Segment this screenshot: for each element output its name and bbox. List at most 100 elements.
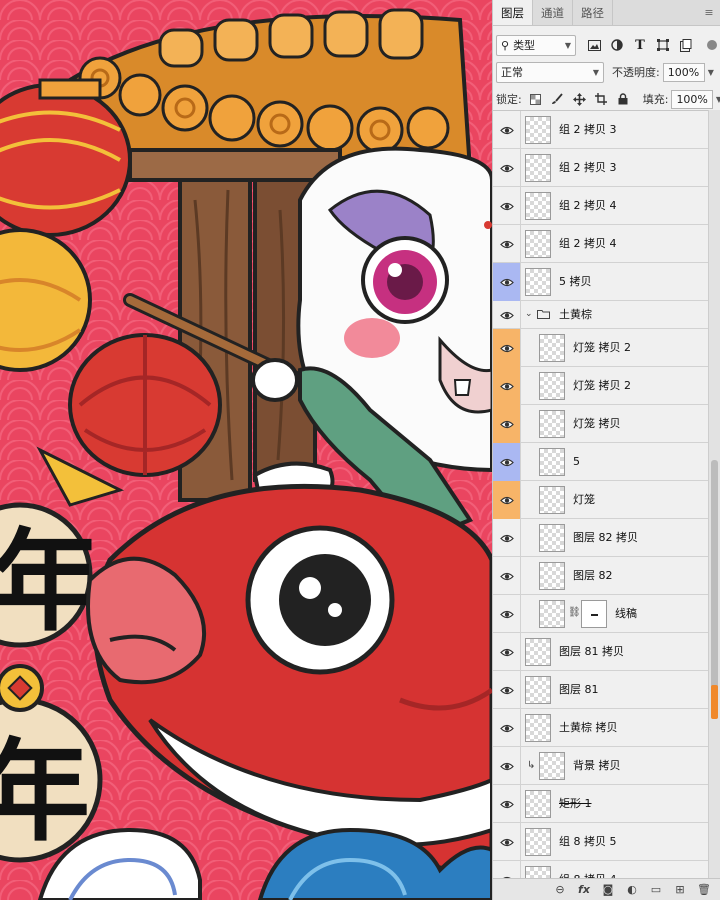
layer-thumbnail[interactable] [539, 524, 565, 552]
layer-row[interactable]: 灯笼 拷贝 [493, 405, 709, 443]
layer-row[interactable]: 5 拷贝 [493, 263, 709, 301]
lock-all-icon[interactable] [614, 90, 633, 108]
layer-thumbnail[interactable] [525, 268, 551, 296]
delete-layer-icon[interactable]: 🗑 [696, 882, 712, 898]
layer-group-row[interactable]: ⌄ 土黄棕 [493, 301, 709, 329]
link-layers-icon[interactable]: ⊖ [552, 882, 568, 898]
lock-brush-icon[interactable] [548, 90, 567, 108]
visibility-eye-icon[interactable] [493, 481, 521, 519]
layer-row[interactable]: 组 8 拷贝 4 [493, 861, 709, 878]
visibility-eye-icon[interactable] [493, 595, 521, 633]
layer-row[interactable]: 图层 81 [493, 671, 709, 709]
layer-row[interactable]: 组 2 拷贝 4 [493, 187, 709, 225]
image-filter-icon[interactable] [584, 35, 604, 55]
layer-row[interactable]: 图层 81 拷贝 [493, 633, 709, 671]
new-group-icon[interactable]: ▭ [648, 882, 664, 898]
opacity-dropdown-icon[interactable]: ▼ [708, 68, 714, 77]
type-filter-icon[interactable]: T [630, 35, 650, 55]
layer-thumbnail[interactable] [525, 192, 551, 220]
layer-thumbnail[interactable] [539, 334, 565, 362]
blend-row: 正常 ▼ 不透明度: 100% ▼ [496, 61, 717, 83]
visibility-eye-icon[interactable] [493, 823, 521, 861]
layer-row[interactable]: 组 2 拷贝 3 [493, 111, 709, 149]
lock-artboard-icon[interactable] [592, 90, 611, 108]
visibility-eye-icon[interactable] [493, 367, 521, 405]
filter-toggle[interactable] [707, 40, 717, 50]
visibility-eye-icon[interactable] [493, 557, 521, 595]
adjustment-layer-icon[interactable]: ◐ [624, 882, 640, 898]
layer-row[interactable]: 灯笼 [493, 481, 709, 519]
fill-dropdown-icon[interactable]: ▼ [716, 95, 720, 104]
layer-name: 组 8 拷贝 4 [559, 861, 617, 878]
layer-row[interactable]: ⛓ 线稿 [493, 595, 709, 633]
shape-filter-icon[interactable] [653, 35, 673, 55]
visibility-eye-icon[interactable] [493, 149, 521, 187]
layer-thumbnail[interactable] [525, 116, 551, 144]
new-layer-icon[interactable]: ⊞ [672, 882, 688, 898]
layer-row[interactable]: 组 2 拷贝 4 [493, 225, 709, 263]
adjustment-filter-icon[interactable] [607, 35, 627, 55]
layer-thumbnail[interactable] [539, 372, 565, 400]
layer-list-scrollbar[interactable] [708, 110, 720, 878]
lock-move-icon[interactable] [570, 90, 589, 108]
group-expand-chevron-icon[interactable]: ⌄ [525, 309, 533, 319]
layer-row[interactable]: 图层 82 [493, 557, 709, 595]
layer-thumbnail[interactable] [525, 866, 551, 878]
layer-row[interactable]: 组 8 拷贝 5 [493, 823, 709, 861]
layer-list[interactable]: 组 2 拷贝 3 组 2 拷贝 3 组 2 拷贝 4 组 2 拷贝 4 5 拷贝 ⌄ 土黄棕… [493, 110, 709, 878]
layer-thumbnail[interactable] [539, 600, 565, 628]
lock-transparent-icon[interactable] [526, 90, 545, 108]
scrollbar-thumb[interactable] [711, 460, 718, 700]
layer-name: 灯笼 拷贝 [573, 417, 621, 430]
mask-link-chain-icon[interactable]: ⛓ [568, 607, 581, 618]
layer-row[interactable]: 土黄棕 拷贝 [493, 709, 709, 747]
layer-thumbnail[interactable] [539, 562, 565, 590]
layer-thumbnail[interactable] [539, 486, 565, 514]
visibility-eye-icon[interactable] [493, 861, 521, 878]
layer-thumbnail[interactable] [525, 154, 551, 182]
layer-row[interactable]: ↳ 背景 拷贝 [493, 747, 709, 785]
fx-icon[interactable]: fx [576, 882, 592, 898]
layer-thumbnail[interactable] [539, 448, 565, 476]
visibility-eye-icon[interactable] [493, 301, 521, 329]
layer-row[interactable]: 灯笼 拷贝 2 [493, 329, 709, 367]
filter-kind-select[interactable]: ⚲ 类型 ▼ [496, 34, 576, 56]
layer-thumbnail[interactable] [525, 230, 551, 258]
visibility-eye-icon[interactable] [493, 633, 521, 671]
layer-thumbnail[interactable] [525, 714, 551, 742]
visibility-eye-icon[interactable] [493, 225, 521, 263]
panel-menu-icon[interactable]: ≡ [698, 0, 720, 25]
visibility-eye-icon[interactable] [493, 443, 521, 481]
add-mask-icon[interactable]: ◙ [600, 882, 616, 898]
visibility-eye-icon[interactable] [493, 709, 521, 747]
visibility-eye-icon[interactable] [493, 747, 521, 785]
smart-object-filter-icon[interactable] [676, 35, 696, 55]
layer-row[interactable]: 5 [493, 443, 709, 481]
visibility-eye-icon[interactable] [493, 329, 521, 367]
layer-thumbnail[interactable] [525, 790, 551, 818]
layer-row[interactable]: 灯笼 拷贝 2 [493, 367, 709, 405]
visibility-eye-icon[interactable] [493, 519, 521, 557]
visibility-eye-icon[interactable] [493, 187, 521, 225]
document-canvas[interactable]: 年 年 [0, 0, 492, 900]
visibility-eye-icon[interactable] [493, 785, 521, 823]
layer-row[interactable]: 组 2 拷贝 3 [493, 149, 709, 187]
layer-mask-thumbnail[interactable] [581, 600, 607, 628]
layer-thumbnail[interactable] [525, 828, 551, 856]
visibility-eye-icon[interactable] [493, 263, 521, 301]
visibility-eye-icon[interactable] [493, 405, 521, 443]
layer-row[interactable]: 图层 82 拷贝 [493, 519, 709, 557]
layer-thumbnail[interactable] [539, 752, 565, 780]
opacity-input[interactable]: 100% [662, 62, 705, 82]
layer-thumbnail[interactable] [525, 676, 551, 704]
tab-layers[interactable]: 图层 [493, 0, 533, 25]
blend-mode-select[interactable]: 正常 ▼ [496, 61, 604, 83]
layer-thumbnail[interactable] [525, 638, 551, 666]
visibility-eye-icon[interactable] [493, 111, 521, 149]
layer-row[interactable]: 矩形 1 [493, 785, 709, 823]
tab-paths[interactable]: 路径 [573, 0, 613, 25]
tab-channels[interactable]: 通道 [533, 0, 573, 25]
visibility-eye-icon[interactable] [493, 671, 521, 709]
layer-thumbnail[interactable] [539, 410, 565, 438]
fill-input[interactable]: 100% [671, 89, 713, 109]
